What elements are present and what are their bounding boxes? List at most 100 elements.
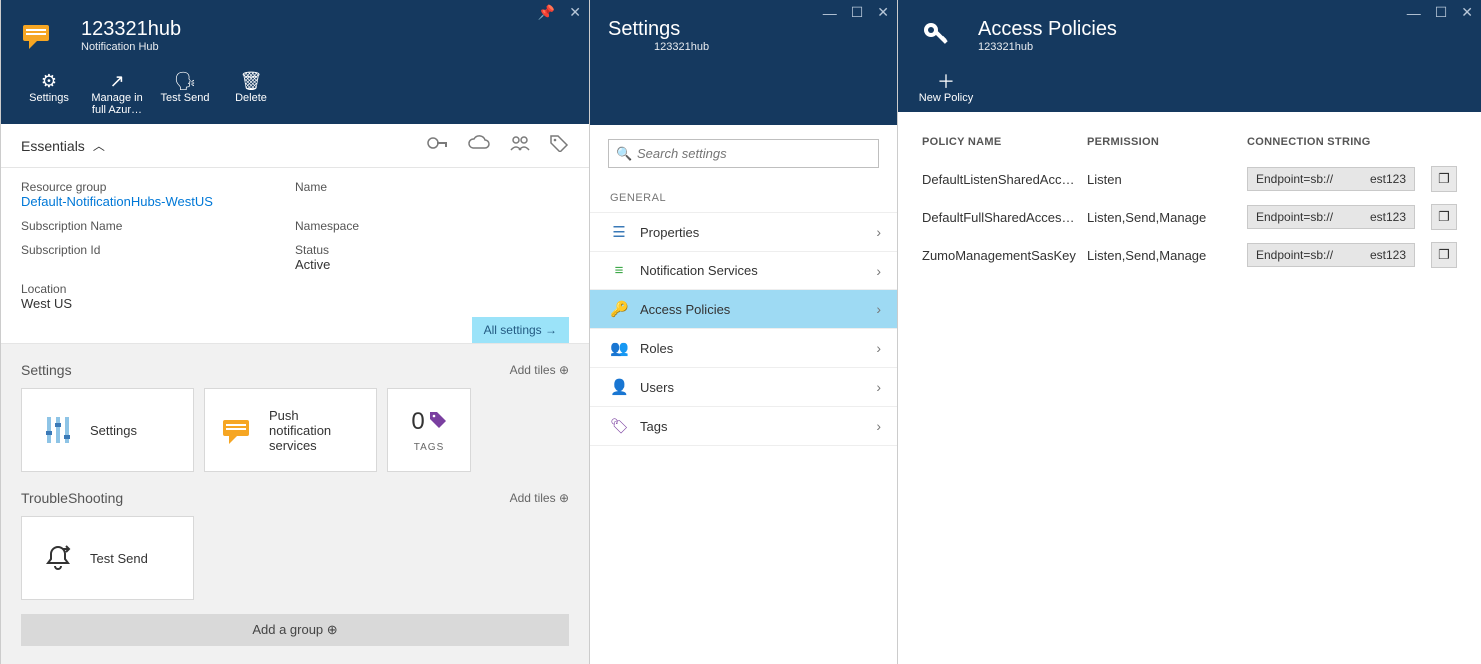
close-icon[interactable]: ✕ [569,4,581,21]
cmd-delete-label: Delete [235,92,267,104]
policy-permission: Listen,Send,Manage [1087,248,1247,263]
sliders-icon: ☰ [610,223,628,241]
policy-row[interactable]: DefaultFullSharedAccessSi… Listen,Send,M… [922,198,1457,236]
bell-send-icon [40,540,76,576]
location-value: West US [21,296,295,311]
add-tiles-troubleshooting[interactable]: Add tiles ⊕ [510,491,569,505]
key-icon[interactable] [427,134,449,157]
tile-settings-label: Settings [90,423,137,438]
all-settings-link[interactable]: All settings → [472,317,569,343]
resource-group-value[interactable]: Default-NotificationHubs-WestUS [21,194,295,209]
settings-list: ☰ Properties › ≡ Notification Services ›… [590,212,897,446]
blade3-header: — ☐ ✕ Access Policies 123321hub ＋ New Po… [898,0,1481,112]
tags-count: 0 [411,408,424,436]
gear-icon: ⚙ [41,70,57,92]
search-input[interactable] [608,139,879,168]
tag-icon[interactable] [549,134,569,157]
notification-hub-icon [21,17,57,53]
settings-item-notification-services[interactable]: ≡ Notification Services › [590,252,897,290]
trash-icon: 🗑 [240,70,263,92]
namespace-label: Namespace [295,219,569,233]
essentials-header[interactable]: Essentials ︿ [1,124,589,168]
policy-row[interactable]: ZumoManagementSasKey Listen,Send,Manage … [922,236,1457,274]
section-troubleshooting-title: TroubleShooting [21,490,123,506]
blade1-header: 📌 ✕ 123321hub Notification Hub ⚙ Setting… [1,0,589,124]
copy-icon: ❐ [1438,247,1450,263]
cmd-delete[interactable]: 🗑 Delete [223,70,279,116]
external-link-icon: ↗ [109,70,124,92]
close-icon[interactable]: ✕ [877,4,889,21]
name-label: Name [295,180,569,194]
blade2-subtitle: 123321hub [608,41,709,53]
test-send-icon: 🗣 [174,70,197,92]
minimize-icon[interactable]: — [1407,5,1421,21]
sliders-icon [40,412,76,448]
settings-item-access-policies[interactable]: 🔑 Access Policies › [590,290,897,329]
tile-settings[interactable]: Settings [21,388,194,472]
settings-item-label: Notification Services [640,263,864,278]
cmd-manage-full-azure[interactable]: ↗ Manage in full Azur… [87,70,147,116]
tile-test-send[interactable]: Test Send [21,516,194,600]
blade2-header: — ☐ ✕ Settings 123321hub [590,0,897,125]
maximize-icon[interactable]: ☐ [851,4,864,21]
maximize-icon[interactable]: ☐ [1435,4,1448,21]
users-icon[interactable] [509,134,531,157]
cmd-settings-label: Settings [29,92,69,104]
copy-button[interactable]: ❐ [1431,204,1457,230]
settings-item-roles[interactable]: 👥 Roles › [590,329,897,368]
settings-item-properties[interactable]: ☰ Properties › [590,212,897,252]
plus-icon: ＋ [937,70,955,92]
blade2-title: Settings [608,17,709,41]
key-icon: 🔑 [610,300,628,318]
tag-purple-icon [429,411,447,432]
blade3-title: Access Policies [978,17,1117,41]
pin-icon[interactable]: 📌 [538,4,555,21]
blade1-title: 123321hub [81,17,181,41]
policy-name: DefaultFullSharedAccessSi… [922,210,1087,225]
settings-item-label: Roles [640,341,864,356]
tile-tags[interactable]: 0 TAGS [387,388,471,472]
cloud-icon[interactable] [467,134,491,157]
policy-name: ZumoManagementSasKey [922,248,1087,263]
policy-permission: Listen,Send,Manage [1087,210,1247,225]
cmd-testsend-label: Test Send [161,92,210,104]
blade3-subtitle: 123321hub [978,41,1117,53]
cmd-settings[interactable]: ⚙ Settings [21,70,77,116]
copy-button[interactable]: ❐ [1431,166,1457,192]
chevron-right-icon: › [876,340,881,356]
chevron-right-icon: › [876,301,881,317]
policy-row[interactable]: DefaultListenSharedAcces… Listen Endpoin… [922,160,1457,198]
key-icon [918,17,954,53]
connection-string-field[interactable]: Endpoint=sb:// est123 [1247,167,1415,191]
connection-string-field[interactable]: Endpoint=sb:// est123 [1247,243,1415,267]
chevron-right-icon: › [876,224,881,240]
cmd-test-send[interactable]: 🗣 Test Send [157,70,213,116]
settings-item-users[interactable]: 👤 Users › [590,368,897,407]
add-tiles-settings[interactable]: Add tiles ⊕ [510,363,569,377]
policy-table-header: POLICY NAME PERMISSION CONNECTION STRING [922,130,1457,160]
copy-button[interactable]: ❐ [1431,242,1457,268]
tags-label: TAGS [414,442,444,453]
col-header-connection: CONNECTION STRING [1247,136,1423,148]
tile-push-label: Push notification services [269,408,358,453]
col-header-name: POLICY NAME [922,136,1087,148]
blade2-body: 🔍 GENERAL ☰ Properties › ≡ Notification … [590,125,897,664]
tile-push-services[interactable]: Push notification services [204,388,377,472]
section-settings-title: Settings [21,362,72,378]
policy-name: DefaultListenSharedAcces… [922,172,1087,187]
cmd-new-policy[interactable]: ＋ New Policy [918,70,974,104]
settings-item-tags[interactable]: 🏷 Tags › [590,407,897,446]
connection-string-field[interactable]: Endpoint=sb:// est123 [1247,205,1415,229]
minimize-icon[interactable]: — [823,5,837,21]
status-label: Status [295,243,569,257]
subscription-name-label: Subscription Name [21,219,295,233]
blade1-lower-pane: Settings Add tiles ⊕ Settings Push notif… [1,343,589,664]
blade-notification-hub: 📌 ✕ 123321hub Notification Hub ⚙ Setting… [0,0,589,664]
add-group-button[interactable]: Add a group ⊕ [21,614,569,646]
push-services-icon [223,412,255,448]
close-icon[interactable]: ✕ [1461,4,1473,21]
blade1-body: Essentials ︿ Resource group De [1,124,589,664]
subscription-id-label: Subscription Id [21,243,295,257]
blade-settings: — ☐ ✕ Settings 123321hub 🔍 GENERAL ☰ Pro… [589,0,897,664]
notification-services-icon: ≡ [610,262,628,279]
